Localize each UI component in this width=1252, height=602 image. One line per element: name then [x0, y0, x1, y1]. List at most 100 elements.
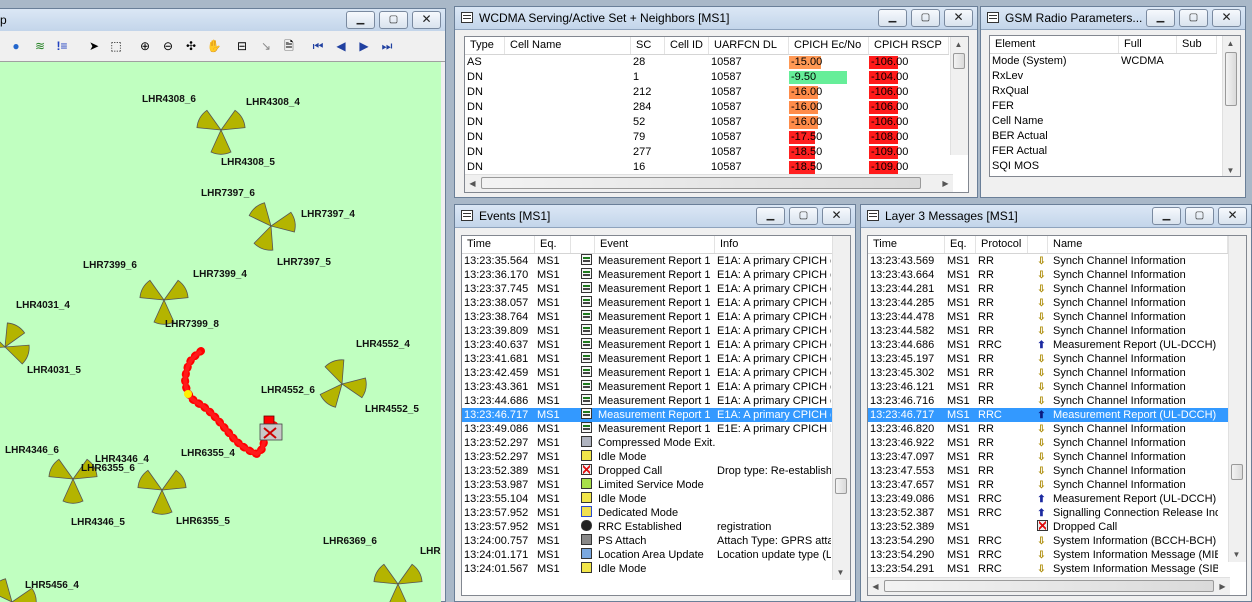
- minimize-button[interactable]: ▁: [346, 11, 375, 29]
- table-row[interactable]: 13:23:52.389 MS1 Dropped Call Drop type: Re…: [462, 464, 835, 478]
- column-header[interactable]: CPICH RSCP: [869, 37, 949, 54]
- table-row[interactable]: 13:23:39.809 MS1 Measurement Report 1 E1A: …: [462, 324, 835, 338]
- table-row[interactable]: 13:23:38.764 MS1 Measurement Report 1 E1A: …: [462, 310, 835, 324]
- column-header[interactable]: UARFCN DL: [709, 37, 789, 54]
- table-row[interactable]: 13:23:44.686 MS1 Measurement Report 1 E1A: …: [462, 394, 835, 408]
- minimize-button[interactable]: ▁: [878, 9, 907, 27]
- table-row[interactable]: 13:23:43.361 MS1 Measurement Report 1 E1A: …: [462, 380, 835, 394]
- column-header[interactable]: Eq.: [535, 236, 571, 253]
- close-button[interactable]: ✕: [412, 11, 441, 29]
- close-button[interactable]: ✕: [822, 207, 851, 225]
- table-row[interactable]: 13:23:46.820 MS1 RR ⇩ Synch Channel Informat…: [868, 422, 1228, 436]
- column-header[interactable]: Time: [462, 236, 535, 253]
- globe-icon[interactable]: ●: [8, 38, 24, 54]
- select-area-icon[interactable]: ⬚: [108, 38, 124, 54]
- column-header[interactable]: Protocol: [976, 236, 1028, 253]
- last-icon[interactable]: ⏭: [379, 38, 395, 54]
- table-row[interactable]: 13:23:42.459 MS1 Measurement Report 1 E1A: …: [462, 366, 835, 380]
- layer3-titlebar[interactable]: Layer 3 Messages [MS1] ▁ ▢ ✕: [861, 205, 1251, 228]
- scroll-down-icon[interactable]: ▼: [1223, 163, 1238, 176]
- table-row[interactable]: AS 28 10587 -15.00 -106.00: [465, 55, 949, 70]
- table-row[interactable]: 13:23:45.197 MS1 RR ⇩ Synch Channel Informat…: [868, 352, 1228, 366]
- minimize-button[interactable]: ▁: [1146, 9, 1175, 27]
- table-row[interactable]: 13:23:55.104 MS1 Idle Mode: [462, 492, 835, 506]
- gsm-titlebar[interactable]: GSM Radio Parameters... ▁ ▢ ✕: [981, 7, 1245, 30]
- column-header[interactable]: Type: [465, 37, 505, 54]
- column-header[interactable]: Eq.: [945, 236, 976, 253]
- zoom-extent-icon[interactable]: ✣: [183, 38, 199, 54]
- wcdma-titlebar[interactable]: WCDMA Serving/Active Set + Neighbors [MS…: [455, 7, 977, 30]
- vertical-scrollbar[interactable]: ▼: [1228, 236, 1246, 562]
- column-header[interactable]: Element: [990, 36, 1119, 53]
- zoom-out-icon[interactable]: ⊖: [160, 38, 176, 54]
- site-lhr4031[interactable]: [0, 320, 32, 366]
- maximize-button[interactable]: ▢: [1185, 207, 1214, 225]
- table-row[interactable]: 13:23:47.657 MS1 RR ⇩ Synch Channel Informat…: [868, 478, 1228, 492]
- next-icon[interactable]: ▶: [356, 38, 372, 54]
- column-header[interactable]: SC: [631, 37, 665, 54]
- ruler-icon[interactable]: ⊟: [234, 38, 250, 54]
- table-row[interactable]: 13:23:37.745 MS1 Measurement Report 1 E1A: …: [462, 282, 835, 296]
- events-grid[interactable]: Time Eq. Event Info 13:23:35.564 MS1 Measu…: [461, 235, 851, 596]
- site-lhr7397[interactable]: [247, 200, 297, 253]
- zoom-in-icon[interactable]: ⊕: [137, 38, 153, 54]
- table-row[interactable]: DN 79 10587 -17.50 -108.00: [465, 130, 949, 145]
- site-lhr6369[interactable]: [371, 562, 425, 602]
- map-titlebar[interactable]: p ▁ ▢ ✕: [0, 9, 445, 32]
- scroll-thumb[interactable]: [481, 177, 921, 189]
- pan-hand-icon[interactable]: ✋: [206, 38, 222, 54]
- scroll-thumb[interactable]: [1231, 464, 1243, 480]
- column-header[interactable]: Name: [1048, 236, 1228, 253]
- table-row[interactable]: RxLev: [990, 69, 1217, 84]
- table-row[interactable]: 13:24:01.567 MS1 Idle Mode: [462, 562, 835, 576]
- table-row[interactable]: BER Actual: [990, 129, 1217, 144]
- table-row[interactable]: 13:23:52.297 MS1 Idle Mode: [462, 450, 835, 464]
- scroll-right-icon[interactable]: ▶: [938, 176, 953, 191]
- site-lhr6355[interactable]: [135, 468, 189, 515]
- events-window[interactable]: Events [MS1] ▁ ▢ ✕ Time Eq. Event Info 1…: [454, 204, 856, 602]
- table-row[interactable]: 13:23:38.057 MS1 Measurement Report 1 E1A: …: [462, 296, 835, 310]
- table-row[interactable]: 13:23:43.569 MS1 RR ⇩ Synch Channel Informat…: [868, 254, 1228, 268]
- map-canvas[interactable]: LHR4308_6 LHR4308_4 LHR4308_5 LHR7397_6 …: [0, 62, 441, 602]
- table-row[interactable]: 13:24:00.757 MS1 PS Attach Attach Type: GPR…: [462, 534, 835, 548]
- gsm-window[interactable]: GSM Radio Parameters... ▁ ▢ ✕ Element Fu…: [980, 6, 1246, 198]
- table-row[interactable]: 13:23:52.389 MS1 Dropped Call: [868, 520, 1228, 534]
- table-row[interactable]: DN 212 10587 -16.00 -106.00: [465, 85, 949, 100]
- column-header[interactable]: [571, 236, 595, 253]
- scroll-thumb[interactable]: [835, 478, 847, 494]
- site-lhr4308[interactable]: [194, 108, 248, 155]
- layer3-window[interactable]: Layer 3 Messages [MS1] ▁ ▢ ✕ Time Eq. Pr…: [860, 204, 1252, 602]
- scroll-down-icon[interactable]: ▼: [1229, 547, 1244, 562]
- table-row[interactable]: SQI MOS: [990, 159, 1217, 174]
- table-row[interactable]: 13:24:01.171 MS1 Location Area Update Locat…: [462, 548, 835, 562]
- table-row[interactable]: DN 284 10587 -16.00 -106.00: [465, 100, 949, 115]
- site-lhr4552[interactable]: [318, 357, 368, 410]
- scroll-down-icon[interactable]: ▼: [833, 565, 848, 580]
- scroll-thumb[interactable]: [953, 53, 965, 69]
- site-lhr7399[interactable]: [137, 278, 191, 325]
- table-row[interactable]: 13:23:45.302 MS1 RR ⇩ Synch Channel Informat…: [868, 366, 1228, 380]
- info-icon[interactable]: 🗎: [281, 38, 297, 54]
- column-header[interactable]: Info: [715, 236, 835, 253]
- phone-marker-icon[interactable]: [259, 415, 283, 441]
- table-row[interactable]: 13:23:49.086 MS1 Measurement Report 1 E1E: …: [462, 422, 835, 436]
- column-header[interactable]: Time: [868, 236, 945, 253]
- close-button[interactable]: ✕: [944, 9, 973, 27]
- pointer-icon[interactable]: ➤: [86, 38, 102, 54]
- maximize-button[interactable]: ▢: [1179, 9, 1208, 27]
- column-header[interactable]: Event: [595, 236, 715, 253]
- table-row[interactable]: 13:23:35.564 MS1 Measurement Report 1 E1A: …: [462, 254, 835, 268]
- wcdma-window[interactable]: WCDMA Serving/Active Set + Neighbors [MS…: [454, 6, 978, 198]
- events-titlebar[interactable]: Events [MS1] ▁ ▢ ✕: [455, 205, 855, 228]
- table-row[interactable]: 13:23:46.716 MS1 RR ⇩ Synch Channel Informat…: [868, 394, 1228, 408]
- table-row[interactable]: DN 52 10587 -16.00 -106.00: [465, 115, 949, 130]
- first-icon[interactable]: ⏮: [310, 38, 326, 54]
- column-header[interactable]: Sub: [1177, 36, 1217, 53]
- table-row[interactable]: 13:23:44.686 MS1 RRC ⬆ Measurement Report (U…: [868, 338, 1228, 352]
- table-row[interactable]: 13:23:44.285 MS1 RR ⇩ Synch Channel Informat…: [868, 296, 1228, 310]
- legend-icon[interactable]: !≡: [54, 38, 70, 54]
- table-row[interactable]: 13:23:41.681 MS1 Measurement Report 1 E1A: …: [462, 352, 835, 366]
- table-row[interactable]: 13:23:46.717 MS1 Measurement Report 1 E1A: …: [462, 408, 835, 422]
- table-row[interactable]: 13:23:44.478 MS1 RR ⇩ Synch Channel Informat…: [868, 310, 1228, 324]
- layers-icon[interactable]: ≋: [32, 38, 48, 54]
